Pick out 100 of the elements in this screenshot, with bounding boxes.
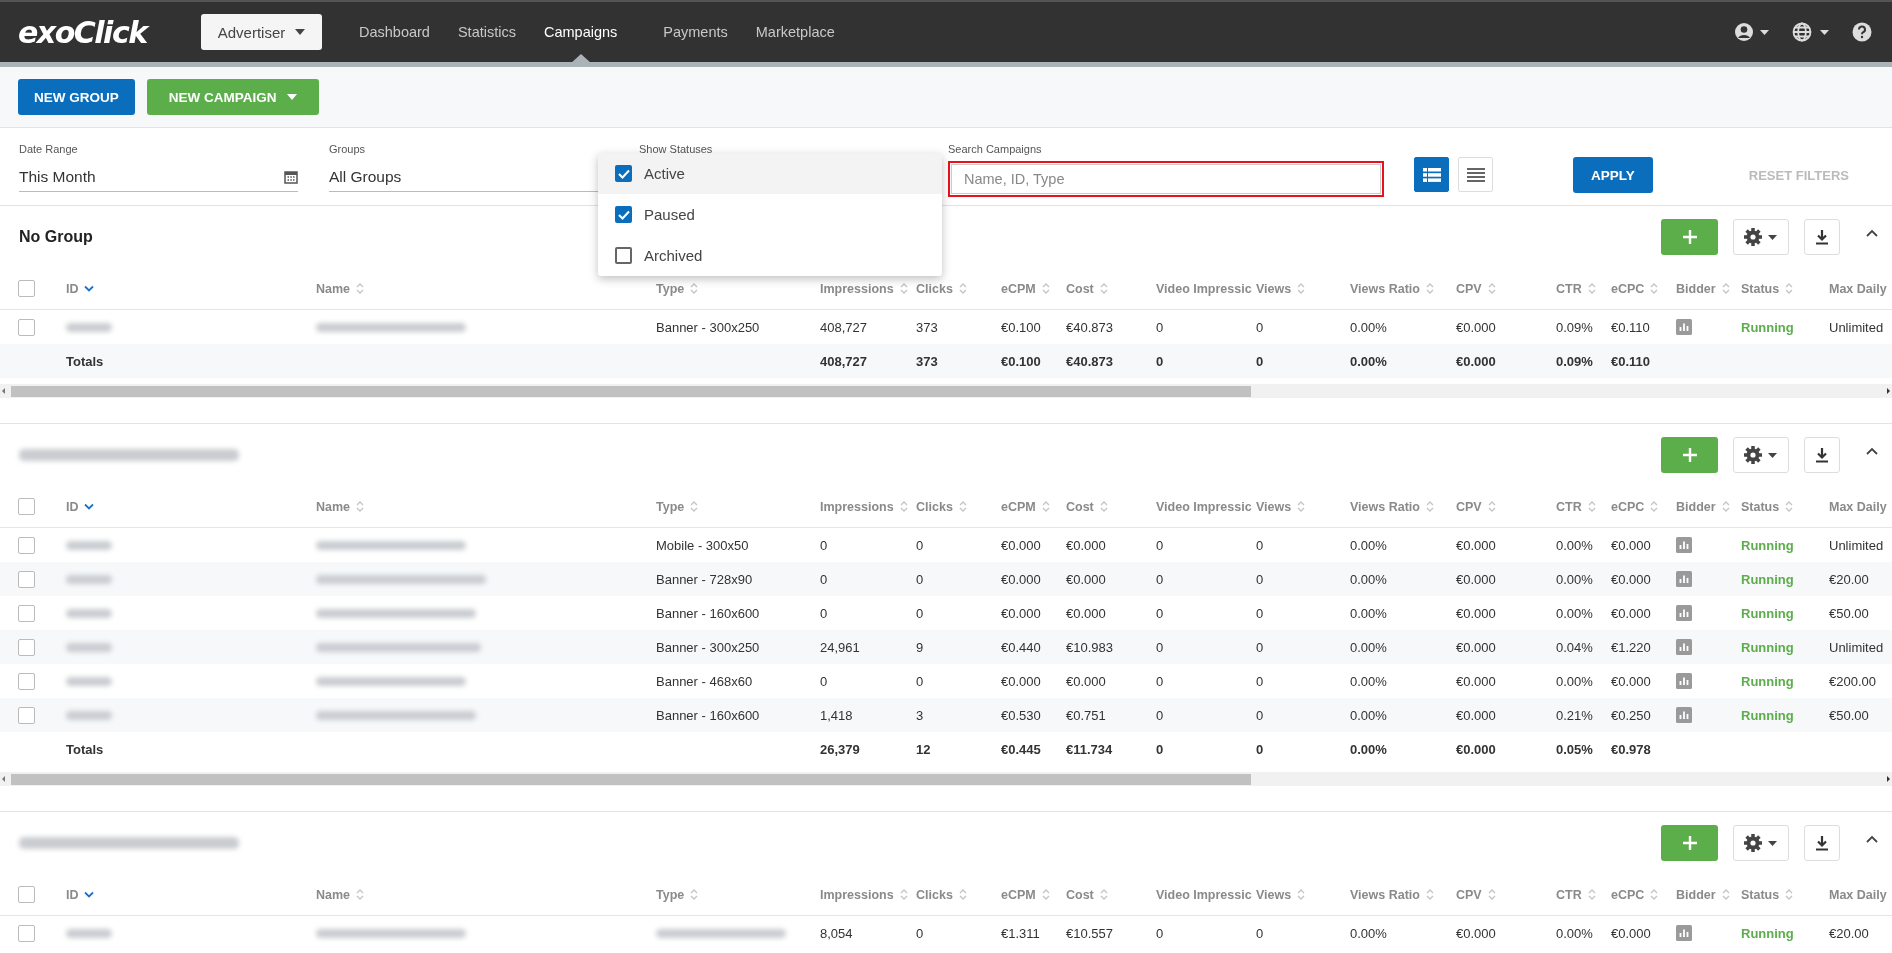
column-header[interactable]: Bidder (1676, 499, 1716, 514)
logo[interactable]: exoClick (18, 14, 163, 50)
nav-link[interactable]: Dashboard (346, 2, 443, 62)
sort-icon[interactable] (689, 500, 700, 513)
sort-icon[interactable] (1040, 888, 1051, 901)
column-header[interactable]: Name (316, 499, 351, 514)
row-checkbox[interactable] (18, 672, 35, 690)
column-header[interactable]: Cost (1066, 281, 1094, 296)
user-icon[interactable] (1734, 22, 1770, 42)
select-all-checkbox[interactable] (18, 886, 35, 903)
column-header[interactable]: Status (1741, 281, 1780, 296)
bar-chart-icon[interactable] (1676, 639, 1692, 655)
column-header[interactable]: ID (66, 887, 79, 902)
list-view-button[interactable] (1458, 157, 1493, 192)
sort-icon[interactable] (1586, 500, 1597, 513)
row-checkbox[interactable] (18, 604, 35, 622)
row-checkbox[interactable] (18, 924, 35, 942)
column-header[interactable]: Name (316, 887, 351, 902)
column-header[interactable]: eCPM (1001, 499, 1036, 514)
sort-icon[interactable] (1720, 500, 1731, 513)
column-header[interactable]: Max Daily (1829, 887, 1887, 902)
status-option[interactable]: Active (598, 153, 942, 194)
collapse-icon[interactable] (1866, 835, 1878, 843)
column-header[interactable]: Name (316, 281, 351, 296)
new-group-button[interactable]: NEW GROUP (18, 79, 135, 115)
bar-chart-icon[interactable] (1676, 571, 1692, 587)
nav-link[interactable]: Statistics (444, 2, 529, 62)
column-header[interactable]: Cost (1066, 887, 1094, 902)
sort-icon[interactable] (898, 500, 909, 513)
settings-button[interactable] (1733, 437, 1789, 473)
sort-icon[interactable] (1424, 888, 1435, 901)
sort-icon[interactable] (1649, 282, 1660, 295)
bar-chart-icon[interactable] (1676, 319, 1692, 335)
sort-icon[interactable] (355, 282, 366, 295)
column-header[interactable]: CPV (1456, 887, 1482, 902)
column-header[interactable]: eCPM (1001, 887, 1036, 902)
sort-icon[interactable] (1720, 282, 1731, 295)
date-range-field[interactable]: This Month (19, 161, 298, 192)
checkbox[interactable] (615, 247, 632, 264)
new-campaign-button[interactable]: NEW CAMPAIGN (146, 79, 319, 115)
column-header[interactable]: Bidder (1676, 281, 1716, 296)
sort-icon[interactable] (1784, 888, 1795, 901)
scrollbar-thumb[interactable] (11, 385, 1251, 397)
column-header[interactable]: Max Daily (1829, 281, 1887, 296)
column-header[interactable]: Type (656, 281, 685, 296)
account-type-dropdown[interactable]: Advertiser (201, 14, 322, 50)
download-button[interactable] (1804, 219, 1840, 255)
sort-icon[interactable] (1296, 500, 1307, 513)
sort-icon[interactable] (1098, 500, 1109, 513)
checkbox[interactable] (615, 206, 632, 223)
collapse-icon[interactable] (1866, 229, 1878, 237)
sort-icon[interactable] (689, 888, 700, 901)
column-header[interactable]: Cost (1066, 499, 1094, 514)
globe-icon[interactable] (1792, 22, 1830, 42)
nav-link[interactable]: Payments (650, 2, 741, 62)
column-header[interactable]: Bidder (1676, 887, 1716, 902)
column-header[interactable]: Status (1741, 887, 1780, 902)
column-header[interactable]: CPV (1456, 281, 1482, 296)
column-header[interactable]: Type (656, 887, 685, 902)
sort-icon[interactable] (1424, 500, 1435, 513)
reset-filters-button[interactable]: RESET FILTERS (1742, 157, 1855, 193)
sort-icon[interactable] (957, 500, 968, 513)
column-header[interactable]: Views (1256, 281, 1292, 296)
sort-icon[interactable] (1784, 282, 1795, 295)
sort-icon[interactable] (1586, 282, 1597, 295)
column-header[interactable]: Type (656, 499, 685, 514)
column-header[interactable]: eCPC (1611, 499, 1645, 514)
sort-icon[interactable] (1486, 282, 1497, 295)
column-header[interactable]: Clicks (916, 887, 953, 902)
column-header[interactable]: Clicks (916, 499, 953, 514)
card-view-button[interactable] (1414, 157, 1449, 192)
add-button[interactable] (1661, 825, 1718, 861)
help-icon[interactable] (1852, 22, 1872, 42)
row-checkbox[interactable] (18, 638, 35, 656)
sort-icon[interactable] (957, 888, 968, 901)
search-field[interactable]: Name, ID, Type (951, 164, 1381, 194)
sort-icon[interactable] (1296, 282, 1307, 295)
row-checkbox[interactable] (18, 706, 35, 724)
sort-icon[interactable] (1649, 888, 1660, 901)
nav-link[interactable]: Campaigns (530, 2, 631, 62)
download-button[interactable] (1804, 437, 1840, 473)
column-header[interactable]: Impressions (820, 281, 894, 296)
status-option[interactable]: Paused (598, 194, 942, 235)
checkbox[interactable] (615, 165, 632, 182)
row-checkbox[interactable] (18, 318, 35, 336)
column-header[interactable]: eCPM (1001, 281, 1036, 296)
sort-icon[interactable] (1424, 282, 1435, 295)
column-header[interactable]: eCPC (1611, 887, 1645, 902)
add-button[interactable] (1661, 219, 1718, 255)
select-all-checkbox[interactable] (18, 280, 35, 297)
collapse-icon[interactable] (1866, 447, 1878, 455)
bar-chart-icon[interactable] (1676, 707, 1692, 723)
column-header[interactable]: ID (66, 499, 79, 514)
sort-icon[interactable] (1040, 500, 1051, 513)
column-header[interactable]: CTR (1556, 887, 1582, 902)
download-button[interactable] (1804, 825, 1840, 861)
sort-icon[interactable] (898, 282, 909, 295)
sort-icon[interactable] (1296, 888, 1307, 901)
bar-chart-icon[interactable] (1676, 605, 1692, 621)
add-button[interactable] (1661, 437, 1718, 473)
